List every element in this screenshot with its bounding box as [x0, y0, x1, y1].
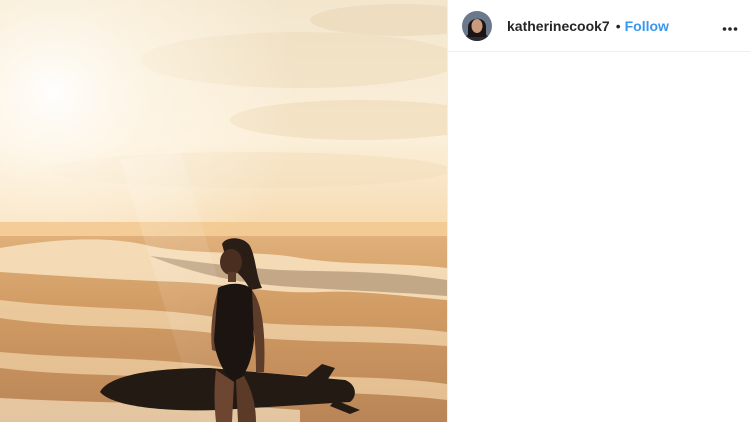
photo-surfer-at-sunset: [0, 0, 447, 422]
post-sidebar: katherinecook7 • Follow: [447, 0, 750, 422]
more-dots: [722, 27, 738, 31]
avatar-image: [462, 10, 492, 41]
avatar-icon[interactable]: [462, 10, 492, 41]
post-header: katherinecook7 • Follow: [448, 0, 750, 52]
post-photo[interactable]: [0, 0, 447, 422]
username-link[interactable]: katherinecook7: [507, 18, 610, 34]
instagram-post: katherinecook7 • Follow: [0, 0, 750, 422]
follow-button[interactable]: Follow: [625, 18, 669, 34]
separator-dot: •: [615, 17, 621, 34]
more-horizontal-icon[interactable]: [722, 19, 738, 31]
